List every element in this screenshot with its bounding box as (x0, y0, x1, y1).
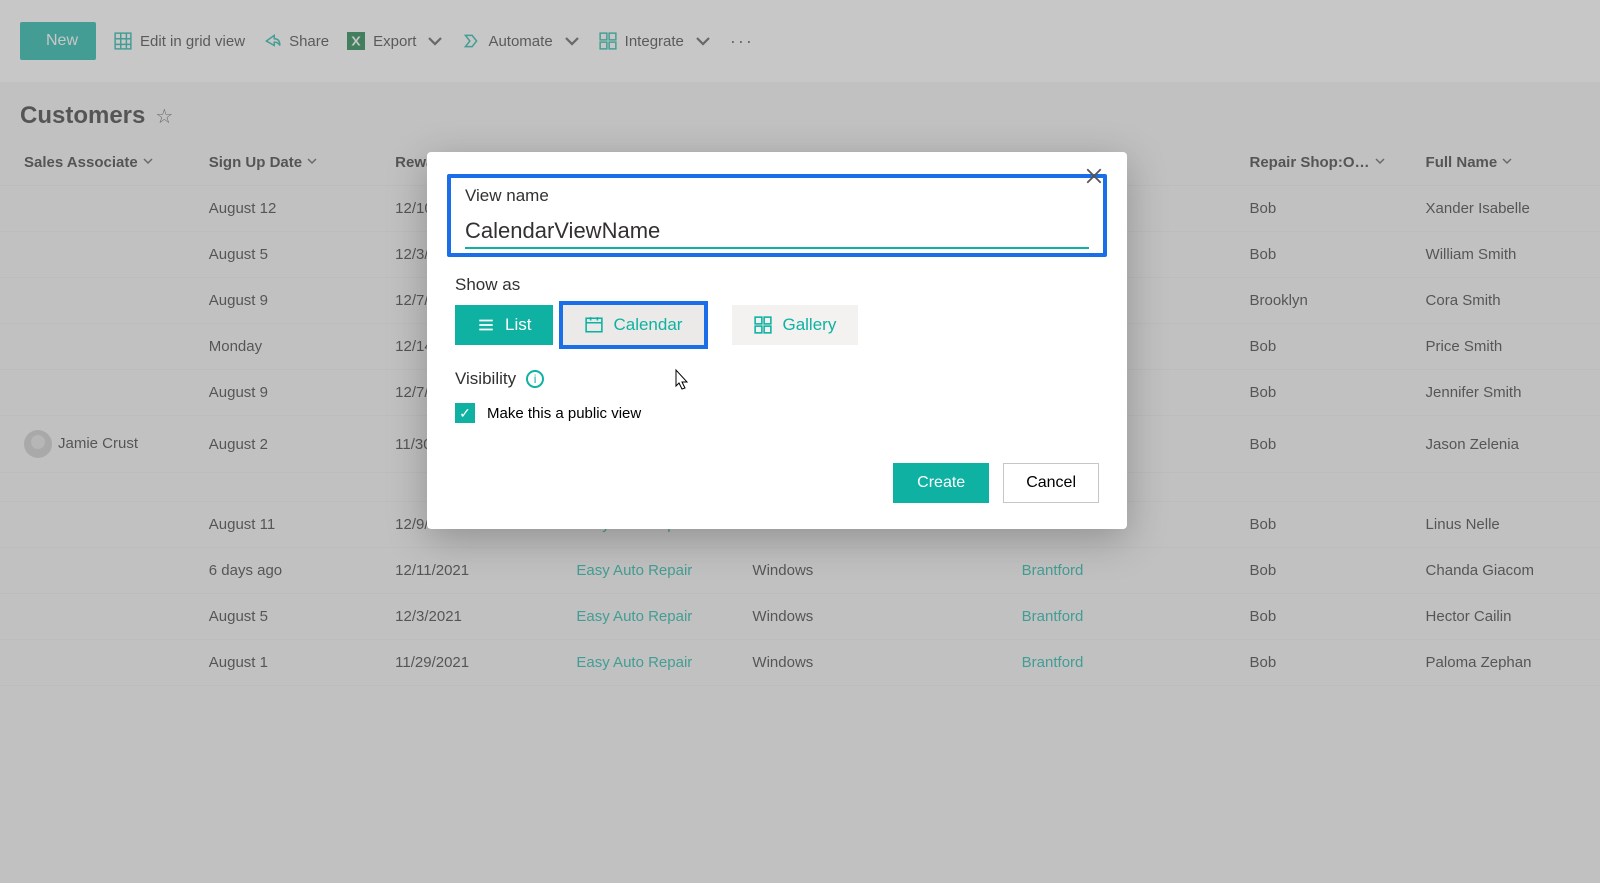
calendar-label: Calendar (613, 315, 682, 335)
show-as-options: List Calendar Gallery (455, 305, 1099, 345)
gallery-icon (754, 316, 772, 334)
dialog-buttons: Create Cancel (455, 463, 1099, 503)
show-as-gallery[interactable]: Gallery (732, 305, 858, 345)
view-name-input[interactable] (465, 212, 1089, 249)
close-button[interactable] (1079, 164, 1109, 192)
calendar-option-highlight: Calendar (559, 301, 708, 349)
info-icon[interactable]: i (526, 370, 544, 388)
public-view-checkbox[interactable]: ✓ (455, 403, 475, 423)
show-as-label: Show as (455, 275, 1099, 295)
view-name-label: View name (465, 186, 1089, 206)
list-icon (477, 316, 495, 334)
show-as-list[interactable]: List (455, 305, 553, 345)
list-label: List (505, 315, 531, 335)
show-as-calendar[interactable]: Calendar (563, 305, 704, 345)
public-view-row: ✓ Make this a public view (455, 403, 1099, 423)
gallery-label: Gallery (782, 315, 836, 335)
cancel-button[interactable]: Cancel (1003, 463, 1099, 503)
create-view-dialog: View name Show as List Calendar Gallery … (427, 152, 1127, 529)
create-button[interactable]: Create (893, 463, 989, 503)
close-icon (1085, 167, 1103, 185)
visibility-label: Visibility (455, 369, 516, 389)
view-name-field-highlight: View name (447, 174, 1107, 257)
public-view-label: Make this a public view (487, 405, 641, 422)
calendar-icon (585, 316, 603, 334)
visibility-row: Visibility i (455, 369, 1099, 389)
